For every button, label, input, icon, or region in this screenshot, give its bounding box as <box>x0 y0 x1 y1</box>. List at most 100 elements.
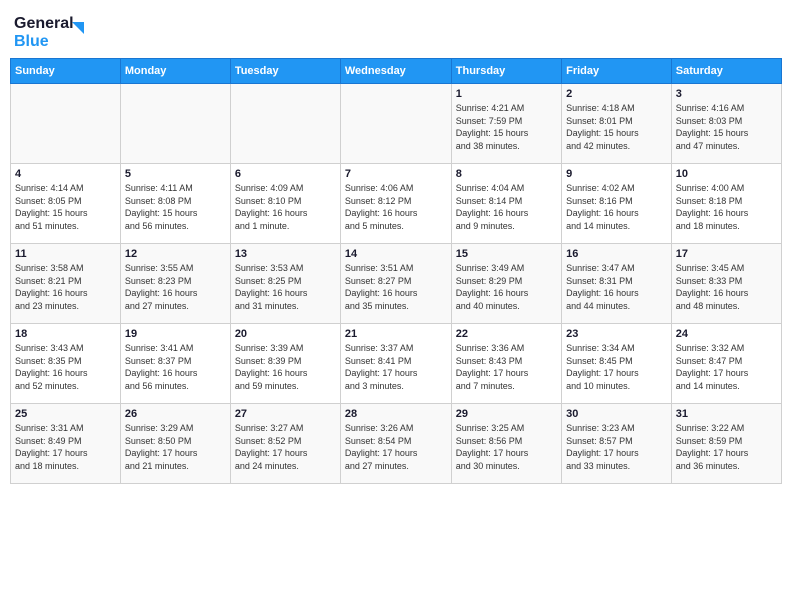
calendar-cell: 30 Sunrise: 3:23 AM Sunset: 8:57 PM Dayli… <box>562 404 672 484</box>
day-number: 1 <box>456 88 557 100</box>
day-number: 5 <box>125 168 226 180</box>
day-number: 3 <box>676 88 777 100</box>
calendar-cell: 28Sunrise: 3:26 AM Sunset: 8:54 PM Dayli… <box>340 404 451 484</box>
day-number: 23 <box>566 328 667 340</box>
logo-icon: GeneralBlue <box>14 10 94 50</box>
day-number: 7 <box>345 168 447 180</box>
day-number: 19 <box>125 328 226 340</box>
day-number: 27 <box>235 408 336 420</box>
day-info: Sunrise: 3:55 AM Sunset: 8:23 PM Dayligh… <box>125 262 226 312</box>
calendar-cell: 14 Sunrise: 3:51 AM Sunset: 8:27 PM Dayli… <box>340 244 451 324</box>
svg-text:Blue: Blue <box>14 33 49 50</box>
day-info: Sunrise: 3:53 AM Sunset: 8:25 PM Dayligh… <box>235 262 336 312</box>
weekday-row: SundayMondayTuesdayWednesdayThursdayFrid… <box>11 59 782 84</box>
calendar-cell: 25Sunrise: 3:31 AM Sunset: 8:49 PM Dayli… <box>11 404 121 484</box>
day-number: 15 <box>456 248 557 260</box>
day-info: Sunrise: 3:31 AM Sunset: 8:49 PM Dayligh… <box>15 422 116 472</box>
day-number: 12 <box>125 248 226 260</box>
weekday-header: Friday <box>562 59 672 84</box>
day-info: Sunrise: 4:16 AM Sunset: 8:03 PM Dayligh… <box>676 102 777 152</box>
calendar-cell: 6 Sunrise: 4:09 AM Sunset: 8:10 PM Daylig… <box>230 164 340 244</box>
day-info: Sunrise: 3:34 AM Sunset: 8:45 PM Dayligh… <box>566 342 667 392</box>
day-info: Sunrise: 3:49 AM Sunset: 8:29 PM Dayligh… <box>456 262 557 312</box>
day-info: Sunrise: 3:47 AM Sunset: 8:31 PM Dayligh… <box>566 262 667 312</box>
day-info: Sunrise: 4:18 AM Sunset: 8:01 PM Dayligh… <box>566 102 667 152</box>
day-number: 13 <box>235 248 336 260</box>
day-number: 8 <box>456 168 557 180</box>
day-info: Sunrise: 3:27 AM Sunset: 8:52 PM Dayligh… <box>235 422 336 472</box>
calendar-cell: 16 Sunrise: 3:47 AM Sunset: 8:31 PM Dayli… <box>562 244 672 324</box>
calendar-cell: 4Sunrise: 4:14 AM Sunset: 8:05 PM Daylig… <box>11 164 121 244</box>
calendar-cell: 18Sunrise: 3:43 AM Sunset: 8:35 PM Dayli… <box>11 324 121 404</box>
logo: GeneralBlue <box>14 10 94 50</box>
calendar-cell: 7 Sunrise: 4:06 AM Sunset: 8:12 PM Daylig… <box>340 164 451 244</box>
weekday-header: Tuesday <box>230 59 340 84</box>
day-info: Sunrise: 4:04 AM Sunset: 8:14 PM Dayligh… <box>456 182 557 232</box>
calendar-table: SundayMondayTuesdayWednesdayThursdayFrid… <box>10 58 782 484</box>
day-number: 20 <box>235 328 336 340</box>
day-number: 2 <box>566 88 667 100</box>
day-info: Sunrise: 4:09 AM Sunset: 8:10 PM Dayligh… <box>235 182 336 232</box>
calendar-cell: 22 Sunrise: 3:36 AM Sunset: 8:43 PM Dayli… <box>451 324 561 404</box>
calendar-cell: 27 Sunrise: 3:27 AM Sunset: 8:52 PM Dayli… <box>230 404 340 484</box>
calendar-cell: 13 Sunrise: 3:53 AM Sunset: 8:25 PM Dayli… <box>230 244 340 324</box>
calendar-cell: 15 Sunrise: 3:49 AM Sunset: 8:29 PM Dayli… <box>451 244 561 324</box>
calendar-body: 1 Sunrise: 4:21 AM Sunset: 7:59 PM Daylig… <box>11 84 782 484</box>
calendar-cell: 11Sunrise: 3:58 AM Sunset: 8:21 PM Dayli… <box>11 244 121 324</box>
page-header: GeneralBlue <box>10 10 782 50</box>
day-info: Sunrise: 3:41 AM Sunset: 8:37 PM Dayligh… <box>125 342 226 392</box>
calendar-cell: 17 Sunrise: 3:45 AM Sunset: 8:33 PM Dayli… <box>671 244 781 324</box>
calendar-cell <box>11 84 121 164</box>
calendar-cell: 26 Sunrise: 3:29 AM Sunset: 8:50 PM Dayli… <box>120 404 230 484</box>
calendar-cell <box>230 84 340 164</box>
day-info: Sunrise: 3:23 AM Sunset: 8:57 PM Dayligh… <box>566 422 667 472</box>
calendar-week-row: 4Sunrise: 4:14 AM Sunset: 8:05 PM Daylig… <box>11 164 782 244</box>
calendar-cell: 2 Sunrise: 4:18 AM Sunset: 8:01 PM Daylig… <box>562 84 672 164</box>
day-number: 31 <box>676 408 777 420</box>
day-number: 16 <box>566 248 667 260</box>
day-info: Sunrise: 4:21 AM Sunset: 7:59 PM Dayligh… <box>456 102 557 152</box>
day-number: 24 <box>676 328 777 340</box>
calendar-cell <box>120 84 230 164</box>
day-info: Sunrise: 4:00 AM Sunset: 8:18 PM Dayligh… <box>676 182 777 232</box>
day-info: Sunrise: 3:45 AM Sunset: 8:33 PM Dayligh… <box>676 262 777 312</box>
day-number: 14 <box>345 248 447 260</box>
calendar-cell: 10 Sunrise: 4:00 AM Sunset: 8:18 PM Dayli… <box>671 164 781 244</box>
weekday-header: Sunday <box>11 59 121 84</box>
day-info: Sunrise: 3:25 AM Sunset: 8:56 PM Dayligh… <box>456 422 557 472</box>
day-info: Sunrise: 3:22 AM Sunset: 8:59 PM Dayligh… <box>676 422 777 472</box>
day-info: Sunrise: 3:58 AM Sunset: 8:21 PM Dayligh… <box>15 262 116 312</box>
day-info: Sunrise: 3:32 AM Sunset: 8:47 PM Dayligh… <box>676 342 777 392</box>
calendar-cell: 8 Sunrise: 4:04 AM Sunset: 8:14 PM Daylig… <box>451 164 561 244</box>
calendar-week-row: 11Sunrise: 3:58 AM Sunset: 8:21 PM Dayli… <box>11 244 782 324</box>
day-info: Sunrise: 3:29 AM Sunset: 8:50 PM Dayligh… <box>125 422 226 472</box>
day-number: 30 <box>566 408 667 420</box>
calendar-cell: 20 Sunrise: 3:39 AM Sunset: 8:39 PM Dayli… <box>230 324 340 404</box>
day-number: 4 <box>15 168 116 180</box>
calendar-cell: 19 Sunrise: 3:41 AM Sunset: 8:37 PM Dayli… <box>120 324 230 404</box>
day-number: 9 <box>566 168 667 180</box>
day-number: 6 <box>235 168 336 180</box>
calendar-cell: 23 Sunrise: 3:34 AM Sunset: 8:45 PM Dayli… <box>562 324 672 404</box>
day-info: Sunrise: 3:37 AM Sunset: 8:41 PM Dayligh… <box>345 342 447 392</box>
weekday-header: Saturday <box>671 59 781 84</box>
calendar-cell: 29Sunrise: 3:25 AM Sunset: 8:56 PM Dayli… <box>451 404 561 484</box>
calendar-cell: 5Sunrise: 4:11 AM Sunset: 8:08 PM Daylig… <box>120 164 230 244</box>
day-info: Sunrise: 3:36 AM Sunset: 8:43 PM Dayligh… <box>456 342 557 392</box>
day-number: 17 <box>676 248 777 260</box>
calendar-cell: 12 Sunrise: 3:55 AM Sunset: 8:23 PM Dayli… <box>120 244 230 324</box>
weekday-header: Wednesday <box>340 59 451 84</box>
day-number: 10 <box>676 168 777 180</box>
day-info: Sunrise: 3:39 AM Sunset: 8:39 PM Dayligh… <box>235 342 336 392</box>
calendar-cell: 31 Sunrise: 3:22 AM Sunset: 8:59 PM Dayli… <box>671 404 781 484</box>
calendar-week-row: 1 Sunrise: 4:21 AM Sunset: 7:59 PM Daylig… <box>11 84 782 164</box>
svg-text:General: General <box>14 15 74 32</box>
day-number: 28 <box>345 408 447 420</box>
calendar-header: SundayMondayTuesdayWednesdayThursdayFrid… <box>11 59 782 84</box>
day-number: 26 <box>125 408 226 420</box>
day-number: 22 <box>456 328 557 340</box>
day-info: Sunrise: 3:51 AM Sunset: 8:27 PM Dayligh… <box>345 262 447 312</box>
weekday-header: Monday <box>120 59 230 84</box>
day-info: Sunrise: 4:06 AM Sunset: 8:12 PM Dayligh… <box>345 182 447 232</box>
calendar-cell: 1 Sunrise: 4:21 AM Sunset: 7:59 PM Daylig… <box>451 84 561 164</box>
